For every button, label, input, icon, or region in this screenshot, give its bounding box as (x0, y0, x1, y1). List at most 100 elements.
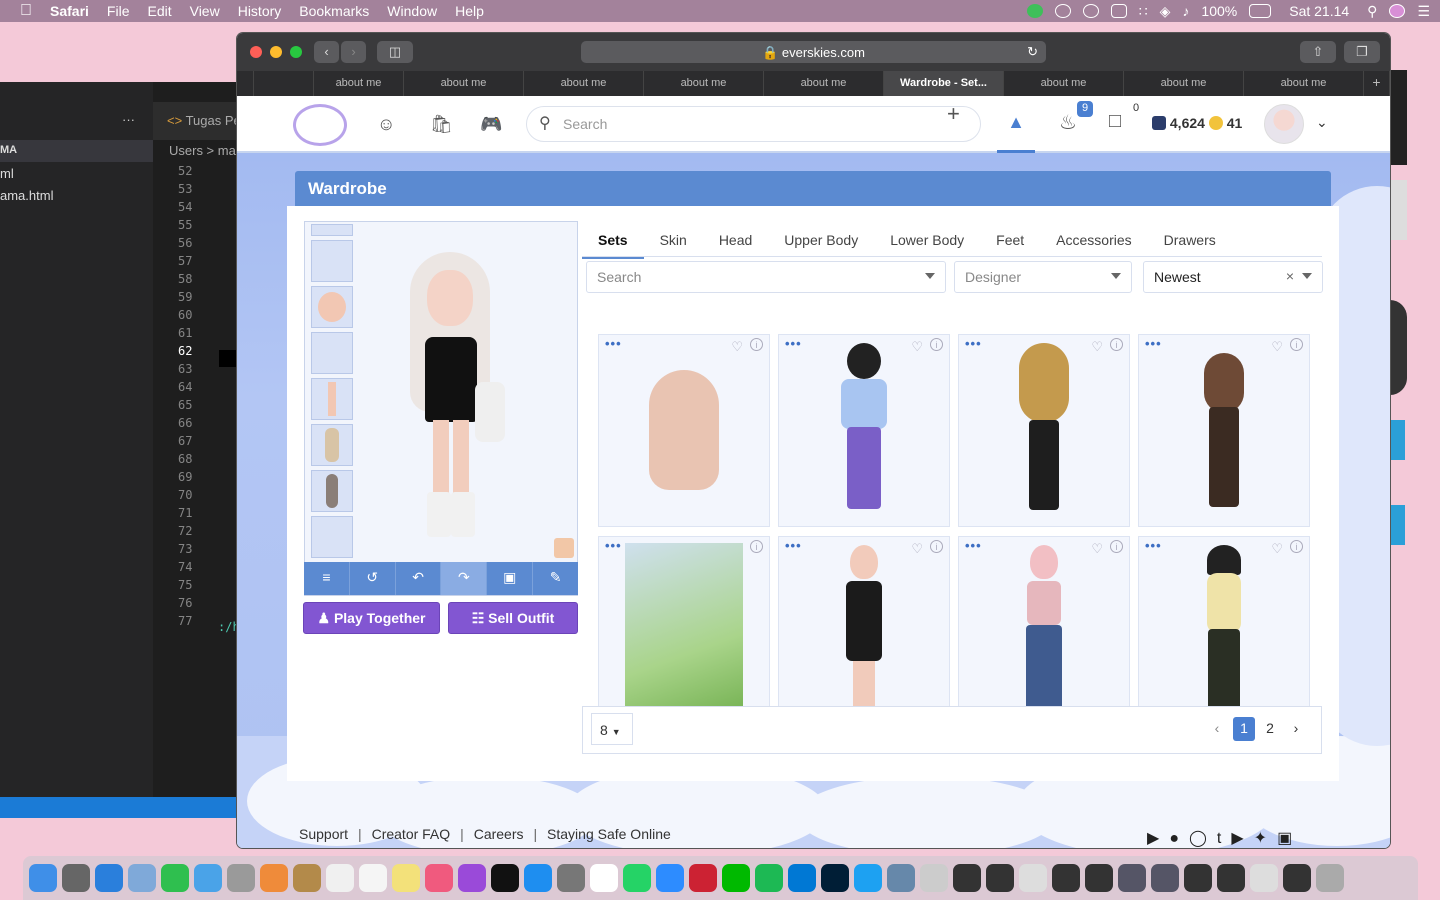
undo-icon[interactable]: ↶ (396, 562, 442, 595)
page-2-button[interactable]: 2 (1259, 717, 1281, 741)
dock-app-icon[interactable] (95, 864, 123, 892)
tab-feet[interactable]: Feet (980, 221, 1040, 259)
bluetooth-icon[interactable]: ∷ (1139, 3, 1148, 20)
set-card[interactable]: •••♡i (598, 536, 770, 729)
browser-tab[interactable]: about me (644, 71, 764, 96)
layer-thumb[interactable] (311, 332, 353, 374)
prev-page-button[interactable]: ‹ (1206, 717, 1228, 741)
dock-app-icon[interactable] (656, 864, 684, 892)
reset-icon[interactable]: ↺ (350, 562, 396, 595)
info-icon[interactable]: i (750, 540, 763, 553)
page-1-button[interactable]: 1 (1233, 717, 1255, 741)
dock-app-icon[interactable] (590, 864, 618, 892)
dock-app-icon[interactable] (293, 864, 321, 892)
sets-search-input[interactable]: Search (586, 261, 946, 293)
skin-color-swatch[interactable] (554, 538, 574, 558)
messages-icon[interactable]: □ (1109, 110, 1121, 133)
notifications-icon[interactable]: ♨ (1059, 110, 1077, 135)
dock-app-icon[interactable] (1085, 864, 1113, 892)
line-status-icon[interactable] (1026, 4, 1043, 18)
redo-icon[interactable]: ↷ (441, 562, 488, 595)
browser-tab[interactable]: about me (404, 71, 524, 96)
youtube-icon[interactable]: ▶ (1231, 830, 1253, 847)
cloud-icon[interactable] (1082, 4, 1099, 18)
menu-history[interactable]: History (238, 3, 282, 19)
info-icon[interactable]: i (1110, 338, 1123, 351)
dock-app-icon[interactable] (920, 864, 948, 892)
dock-app-icon[interactable] (722, 864, 750, 892)
set-card[interactable]: •••♡i (778, 536, 950, 729)
dock-app-icon[interactable] (1217, 864, 1245, 892)
tab-pinned[interactable] (254, 71, 314, 96)
site-search-input[interactable]: ⚲ Search (526, 106, 981, 142)
battery-percent[interactable]: 100% (1201, 3, 1237, 19)
info-icon[interactable]: i (930, 540, 943, 553)
info-icon[interactable]: i (750, 338, 763, 351)
character-icon[interactable]: ▲ (997, 96, 1035, 153)
menu-view[interactable]: View (190, 3, 220, 19)
heart-icon[interactable]: ♡ (1091, 339, 1103, 355)
file-item[interactable]: ama.html (0, 188, 53, 203)
battery-icon[interactable] (1249, 4, 1272, 18)
twitter-icon[interactable]: ✦ (1254, 830, 1277, 847)
volume-icon[interactable]: ♪ (1182, 3, 1189, 19)
play-together-button[interactable]: ♟ Play Together (303, 602, 440, 634)
more-icon[interactable]: ••• (605, 538, 622, 553)
games-icon[interactable]: 🎮 (480, 114, 502, 135)
set-card[interactable]: •••♡i (598, 334, 770, 527)
info-icon[interactable]: i (930, 338, 943, 351)
per-page-select[interactable]: 8 ▼ (591, 713, 633, 745)
more-icon[interactable]: ••• (965, 336, 982, 351)
sell-outfit-button[interactable]: ☷ Sell Outfit (448, 602, 578, 634)
avatar[interactable] (1264, 104, 1304, 144)
layer-thumb-head[interactable] (311, 286, 353, 328)
dock-app-icon[interactable] (1052, 864, 1080, 892)
sort-select[interactable]: Newest × (1143, 261, 1323, 293)
clear-sort-icon[interactable]: × (1286, 268, 1294, 284)
dock-app-icon[interactable] (1118, 864, 1146, 892)
siri-icon[interactable] (1389, 4, 1406, 18)
apple-icon[interactable]:  (20, 2, 32, 20)
forward-button[interactable]: › (341, 41, 366, 63)
tab-upper-body[interactable]: Upper Body (768, 221, 874, 259)
menu-edit[interactable]: Edit (147, 3, 171, 19)
layer-thumb-body[interactable] (311, 378, 353, 420)
browser-tab[interactable]: about me (314, 71, 404, 96)
dock-app-icon[interactable] (392, 864, 420, 892)
breadcrumb[interactable]: Users > ma (153, 140, 240, 162)
dock-app-icon[interactable] (194, 864, 222, 892)
dock-app-icon[interactable] (1250, 864, 1278, 892)
heart-icon[interactable]: ♡ (1271, 541, 1283, 557)
dock-app-icon[interactable] (425, 864, 453, 892)
everskies-logo[interactable] (293, 104, 347, 146)
info-icon[interactable]: i (1290, 540, 1303, 553)
info-icon[interactable]: i (1290, 338, 1303, 351)
apple-icon[interactable]: ● (1169, 830, 1189, 847)
menu-help[interactable]: Help (455, 3, 484, 19)
tab-pinned[interactable] (237, 71, 254, 96)
sidebar-toggle-icon[interactable]: ◫ (377, 41, 413, 63)
chevron-down-icon[interactable]: ⌄ (1316, 114, 1328, 131)
tabs-overview-icon[interactable]: ❐ (1344, 41, 1380, 63)
wifi-icon[interactable]: ◈ (1160, 3, 1171, 20)
dock-app-icon[interactable] (689, 864, 717, 892)
shop-icon[interactable]: 🛍 (430, 114, 453, 135)
instagram-icon[interactable]: ◯ (1189, 830, 1217, 847)
set-card[interactable]: •••♡i (1138, 334, 1310, 527)
play-store-icon[interactable]: ▶ (1147, 830, 1169, 847)
dock-app-icon[interactable] (623, 864, 651, 892)
new-tab-button[interactable]: + (1364, 71, 1390, 96)
tab-skin[interactable]: Skin (644, 221, 703, 259)
reload-icon[interactable]: ↻ (1027, 44, 1038, 60)
dock-app-icon[interactable] (326, 864, 354, 892)
save-icon[interactable]: ▣ (487, 562, 534, 595)
dock-app-icon[interactable] (161, 864, 189, 892)
tab-lower-body[interactable]: Lower Body (874, 221, 980, 259)
dock-app-icon[interactable] (29, 864, 57, 892)
edit-icon[interactable]: ✎ (533, 562, 578, 595)
spotlight-icon[interactable]: ⚲ (1367, 3, 1377, 20)
browser-tab[interactable]: about me (1244, 71, 1364, 96)
zoom-button[interactable] (290, 46, 302, 58)
set-card[interactable]: ••• ♡ i (958, 334, 1130, 527)
sync-icon[interactable] (1054, 4, 1071, 18)
